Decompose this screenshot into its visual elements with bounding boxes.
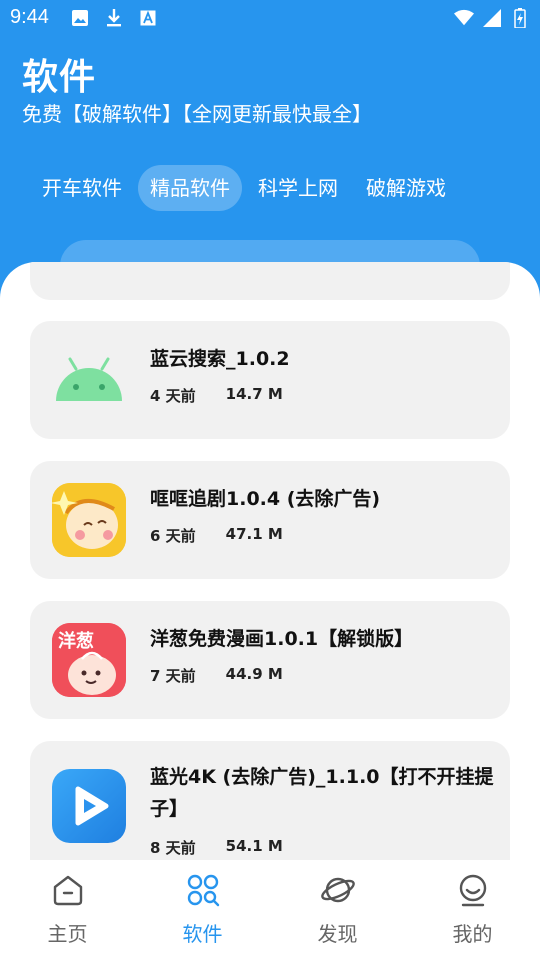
- page-subtitle: 免费【破解软件】【全网更新最快最全】: [22, 102, 372, 126]
- image-icon: [70, 8, 90, 28]
- tab-kaiche[interactable]: 开车软件: [30, 165, 134, 211]
- app-icon-text: 洋葱: [58, 631, 94, 652]
- app-meta: 7 天前 44.9 M: [150, 665, 283, 686]
- tab-pojie[interactable]: 破解游戏: [354, 165, 458, 211]
- nav-label: 软件: [182, 922, 223, 946]
- font-icon: [138, 8, 158, 28]
- list-item[interactable]: 哐哐追剧1.0.4 (去除广告) 6 天前 47.1 M: [30, 461, 510, 579]
- app-age: 8 天前: [150, 839, 196, 857]
- app-name: 蓝光4K (去除广告)_1.1.0【打不开挂提子】: [150, 766, 494, 820]
- battery-icon: [510, 8, 530, 28]
- status-time: 9:44: [10, 6, 49, 28]
- profile-icon: [459, 874, 486, 907]
- app-list[interactable]: 蓝云搜索_1.0.2 4 天前 14.7 M 哐哐追剧1.0.4 (去除广告) …: [0, 262, 540, 860]
- app-name: 蓝云搜索_1.0.2: [150, 348, 290, 370]
- apps-grid-icon: [187, 874, 219, 907]
- app-name: 洋葱免费漫画1.0.1【解锁版】: [150, 628, 414, 650]
- app-size: 44.9 M: [225, 665, 283, 683]
- app-meta: 4 天前 14.7 M: [150, 385, 283, 406]
- app-size: 14.7 M: [225, 385, 283, 403]
- list-item[interactable]: 蓝光4K (去除广告)_1.1.0【打不开挂提子】 8 天前 54.1 M: [30, 741, 510, 860]
- app-size: 47.1 M: [225, 525, 283, 543]
- signal-icon: [482, 8, 502, 28]
- app-age: 7 天前: [150, 667, 196, 685]
- app-name: 哐哐追剧1.0.4 (去除广告): [150, 488, 381, 510]
- nav-profile[interactable]: 我的: [405, 860, 540, 960]
- list-item[interactable]: 蓝云搜索_1.0.2 4 天前 14.7 M: [30, 321, 510, 439]
- nav-software[interactable]: 软件: [135, 860, 270, 960]
- home-icon: [53, 875, 82, 906]
- list-item[interactable]: 洋葱 洋葱免费漫画1.0.1【解锁版】 7 天前 44.9 M: [30, 601, 510, 719]
- category-tabs: 开车软件 精品软件 科学上网 破解游戏: [30, 165, 458, 211]
- nav-label: 我的: [452, 922, 493, 946]
- app-meta: 6 天前 47.1 M: [150, 525, 283, 546]
- nav-label: 发现: [317, 922, 358, 946]
- app-size: 54.1 M: [225, 837, 283, 855]
- app-age: 6 天前: [150, 527, 196, 545]
- play-app-icon: [52, 769, 126, 843]
- download-icon: [104, 8, 124, 28]
- nav-label: 主页: [47, 922, 88, 946]
- list-item[interactable]: [30, 262, 510, 300]
- page-title: 软件: [22, 57, 97, 98]
- bottom-navigation: 主页 软件 发现 我的: [0, 860, 540, 960]
- wifi-icon: [454, 8, 474, 28]
- onion-comic-app-icon: 洋葱: [52, 623, 126, 697]
- status-bar: 9:44: [0, 0, 540, 36]
- nav-discover[interactable]: 发现: [270, 860, 405, 960]
- app-age: 4 天前: [150, 387, 196, 405]
- tab-jingpin[interactable]: 精品软件: [138, 165, 242, 211]
- planet-icon: [320, 877, 355, 903]
- nav-home[interactable]: 主页: [0, 860, 135, 960]
- app-meta: 8 天前 54.1 M: [150, 837, 283, 858]
- tab-kexue[interactable]: 科学上网: [246, 165, 350, 211]
- kuangkuang-app-icon: [52, 483, 126, 557]
- android-icon: [52, 343, 126, 417]
